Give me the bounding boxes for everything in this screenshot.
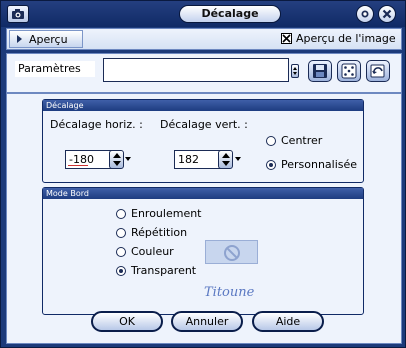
offset-group: Décalage Décalage horiz. : -180 Décalage… xyxy=(42,99,364,183)
minimize-button[interactable] xyxy=(356,5,374,23)
wrap-label: Enroulement xyxy=(131,207,202,220)
title-bar[interactable]: Décalage xyxy=(1,1,405,27)
edit-underline xyxy=(68,165,88,166)
center-radio[interactable] xyxy=(266,136,276,146)
horizontal-offset-spinner[interactable] xyxy=(109,150,124,169)
transparent-label: Transparent xyxy=(131,264,197,277)
repeat-radio[interactable] xyxy=(116,228,126,238)
center-label: Centrer xyxy=(281,134,323,147)
presets-dropdown-spin[interactable] xyxy=(291,64,299,78)
custom-label: Personnalisée xyxy=(281,158,358,171)
reset-button[interactable] xyxy=(366,60,390,82)
preview-toggle-button[interactable]: Aperçu xyxy=(9,30,83,48)
image-preview-label: Aperçu de l'image xyxy=(296,32,396,45)
ok-button[interactable]: OK xyxy=(91,311,163,332)
save-preset-button[interactable] xyxy=(308,60,332,82)
cancel-button[interactable]: Annuler xyxy=(171,311,243,332)
preview-toggle-label: Aperçu xyxy=(29,33,68,46)
window-title: Décalage xyxy=(179,5,281,23)
vertical-offset-input[interactable]: 182 xyxy=(174,150,224,169)
preview-toolbar: Aperçu Aperçu de l'image xyxy=(6,28,402,50)
vertical-offset-dropdown[interactable] xyxy=(235,152,242,165)
custom-radio[interactable] xyxy=(266,160,276,170)
horizontal-offset-input[interactable]: -180 xyxy=(65,150,115,169)
random-button[interactable] xyxy=(337,60,361,82)
presets-input[interactable] xyxy=(103,58,289,82)
watermark-signature: Titoune xyxy=(204,285,255,300)
edge-mode-group: Mode Bord Enroulement Répétition Couleur… xyxy=(42,187,364,315)
vertical-offset-value: 182 xyxy=(178,153,199,166)
horizontal-offset-dropdown[interactable] xyxy=(125,152,132,165)
presets-label: Paramètres xyxy=(15,61,95,77)
vertical-offset-label: Décalage vert. : xyxy=(160,118,248,131)
camera-icon[interactable] xyxy=(7,5,29,23)
offset-dialog: Décalage Aperçu Aperçu de l'image Paramè… xyxy=(0,0,406,348)
close-button[interactable] xyxy=(378,5,396,23)
settings-panel: Décalage Décalage horiz. : -180 Décalage… xyxy=(6,93,402,344)
edge-mode-group-title: Mode Bord xyxy=(43,188,363,199)
expand-arrow-icon xyxy=(17,35,22,43)
repeat-label: Répétition xyxy=(131,226,188,239)
presets-row: Paramètres xyxy=(6,53,402,93)
horizontal-offset-label: Décalage horiz. : xyxy=(50,118,143,131)
transparent-radio[interactable] xyxy=(116,266,126,276)
color-radio[interactable] xyxy=(116,247,126,257)
help-button[interactable]: Aide xyxy=(252,311,324,332)
offset-group-title: Décalage xyxy=(43,100,363,111)
vertical-offset-spinner[interactable] xyxy=(218,150,233,169)
checkbox-checked-icon[interactable] xyxy=(281,33,292,44)
wrap-radio[interactable] xyxy=(116,209,126,219)
edge-color-swatch[interactable] xyxy=(205,240,258,264)
color-label: Couleur xyxy=(131,245,174,258)
